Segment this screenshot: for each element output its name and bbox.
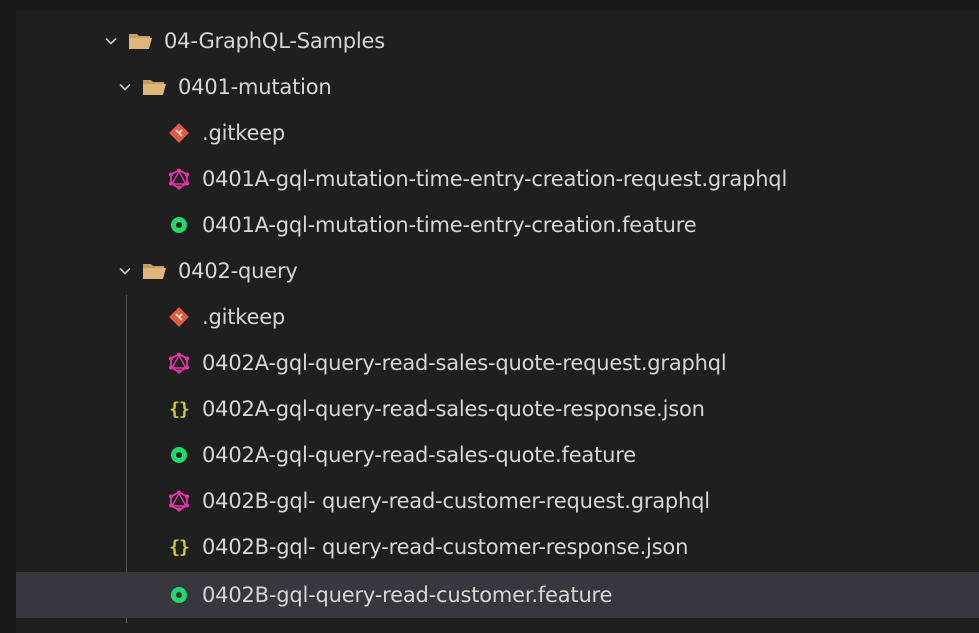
chevron-down-icon[interactable] (114, 76, 136, 98)
window-top-edge (0, 0, 979, 10)
cucumber-feature-icon (168, 214, 190, 236)
json-icon: {} (169, 536, 190, 558)
file-name: 0402B-gql-query-read-customer.feature (202, 583, 613, 607)
file-name: 0402A-gql-query-read-sales-quote-respons… (202, 397, 705, 421)
graphql-icon (168, 168, 190, 190)
window-left-edge (0, 0, 16, 633)
tree-file-graphql[interactable]: 0402A-gql-query-read-sales-quote-request… (16, 340, 979, 386)
tree-file-json[interactable]: {} 0402B-gql- query-read-customer-respon… (16, 524, 979, 570)
graphql-icon (168, 352, 190, 374)
file-name: 0402A-gql-query-read-sales-quote.feature (202, 443, 636, 467)
tree-folder-0401-mutation[interactable]: 0401-mutation (16, 64, 979, 110)
chevron-down-icon[interactable] (114, 260, 136, 282)
folder-name: 04-GraphQL-Samples (164, 29, 386, 53)
cucumber-feature-icon (168, 444, 190, 466)
git-icon (168, 306, 190, 328)
json-icon: {} (169, 398, 190, 420)
file-name: 0402B-gql- query-read-customer-request.g… (202, 489, 710, 513)
file-name: 0402B-gql- query-read-customer-response.… (202, 535, 689, 559)
graphql-icon (168, 490, 190, 512)
tree-folder-0402-query[interactable]: 0402-query (16, 248, 979, 294)
tree-folder-04-graphql-samples[interactable]: 04-GraphQL-Samples (16, 18, 979, 64)
tree-file-graphql[interactable]: 0402B-gql- query-read-customer-request.g… (16, 478, 979, 524)
tree-file-graphql[interactable]: 0401A-gql-mutation-time-entry-creation-r… (16, 156, 979, 202)
tree-file-feature-selected[interactable]: 0402B-gql-query-read-customer.feature (16, 572, 979, 618)
file-name: .gitkeep (202, 305, 286, 329)
folder-open-icon (128, 30, 154, 52)
folder-name: 0402-query (178, 259, 298, 283)
folder-open-icon (142, 260, 168, 282)
folder-name: 0401-mutation (178, 75, 332, 99)
file-explorer-tree: 04-GraphQL-Samples 0401-mutation .gitkee… (16, 10, 979, 633)
tree-bottom-edge (16, 623, 979, 633)
tree-file-feature[interactable]: 0401A-gql-mutation-time-entry-creation.f… (16, 202, 979, 248)
tree-file-feature[interactable]: 0402A-gql-query-read-sales-quote.feature (16, 432, 979, 478)
cucumber-feature-icon (168, 584, 190, 606)
tree-file-gitkeep[interactable]: .gitkeep (16, 294, 979, 340)
tree-file-gitkeep[interactable]: .gitkeep (16, 110, 979, 156)
file-name: 0401A-gql-mutation-time-entry-creation.f… (202, 213, 697, 237)
git-icon (168, 122, 190, 144)
file-name: .gitkeep (202, 121, 286, 145)
file-name: 0402A-gql-query-read-sales-quote-request… (202, 351, 727, 375)
chevron-down-icon[interactable] (100, 30, 122, 52)
file-name: 0401A-gql-mutation-time-entry-creation-r… (202, 167, 788, 191)
tree-file-json[interactable]: {} 0402A-gql-query-read-sales-quote-resp… (16, 386, 979, 432)
folder-open-icon (142, 76, 168, 98)
